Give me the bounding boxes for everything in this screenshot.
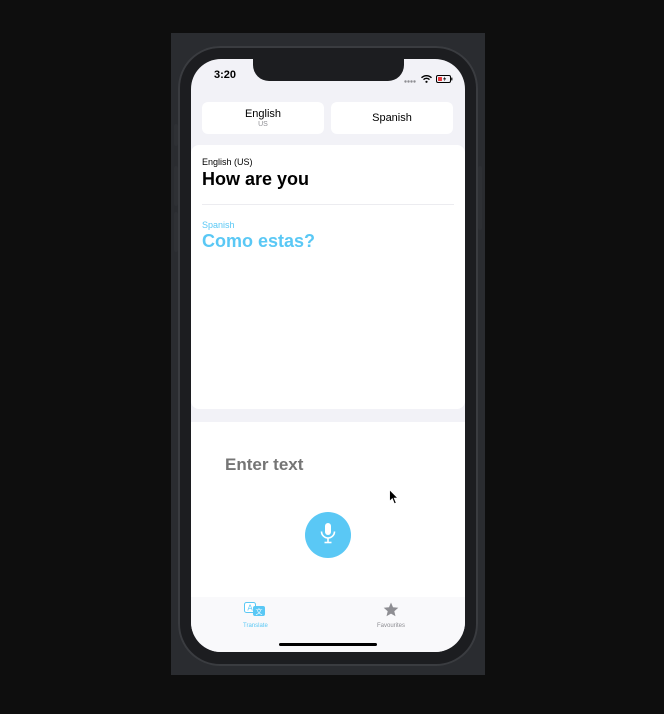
- silent-switch: [174, 124, 178, 146]
- target-language-label: Spanish: [372, 112, 412, 124]
- tab-favourites-label: Favourites: [377, 623, 406, 629]
- translation-card: English (US) How are you Spanish Como es…: [191, 145, 465, 409]
- mouse-cursor-icon: [389, 488, 400, 510]
- microphone-icon: [319, 522, 337, 549]
- source-language-label: English: [244, 107, 282, 120]
- star-icon: [383, 602, 399, 622]
- text-input[interactable]: [223, 454, 427, 476]
- translated-text: Como estas?: [202, 231, 316, 251]
- status-time: 3:20: [214, 69, 237, 81]
- input-area: [191, 422, 465, 597]
- phone-screen: 3:20 English US Spanish English (US) How…: [191, 59, 465, 652]
- volume-up-button: [174, 166, 178, 206]
- notch: [253, 59, 404, 81]
- signal-icon: [404, 70, 417, 88]
- card-divider: [202, 204, 454, 205]
- target-language-caption: Spanish: [202, 220, 235, 230]
- source-language-button[interactable]: English US: [202, 102, 324, 134]
- power-button: [478, 166, 482, 230]
- wifi-icon: [421, 70, 432, 88]
- source-language-variant: US: [258, 120, 268, 128]
- translate-icon: A 文: [244, 602, 266, 622]
- volume-down-button: [174, 212, 178, 252]
- battery-icon: [436, 70, 453, 88]
- target-language-button[interactable]: Spanish: [331, 102, 453, 134]
- svg-text:A: A: [248, 604, 254, 613]
- source-language-caption: English (US): [202, 157, 253, 167]
- status-icons: [404, 70, 453, 88]
- svg-text:文: 文: [256, 607, 263, 616]
- microphone-button[interactable]: [305, 512, 351, 558]
- tab-favourites[interactable]: Favourites: [377, 602, 405, 629]
- tab-translate[interactable]: A 文 Translate: [243, 602, 268, 629]
- home-indicator: [279, 643, 377, 646]
- tab-translate-label: Translate: [243, 623, 268, 629]
- source-text: How are you: [202, 169, 310, 189]
